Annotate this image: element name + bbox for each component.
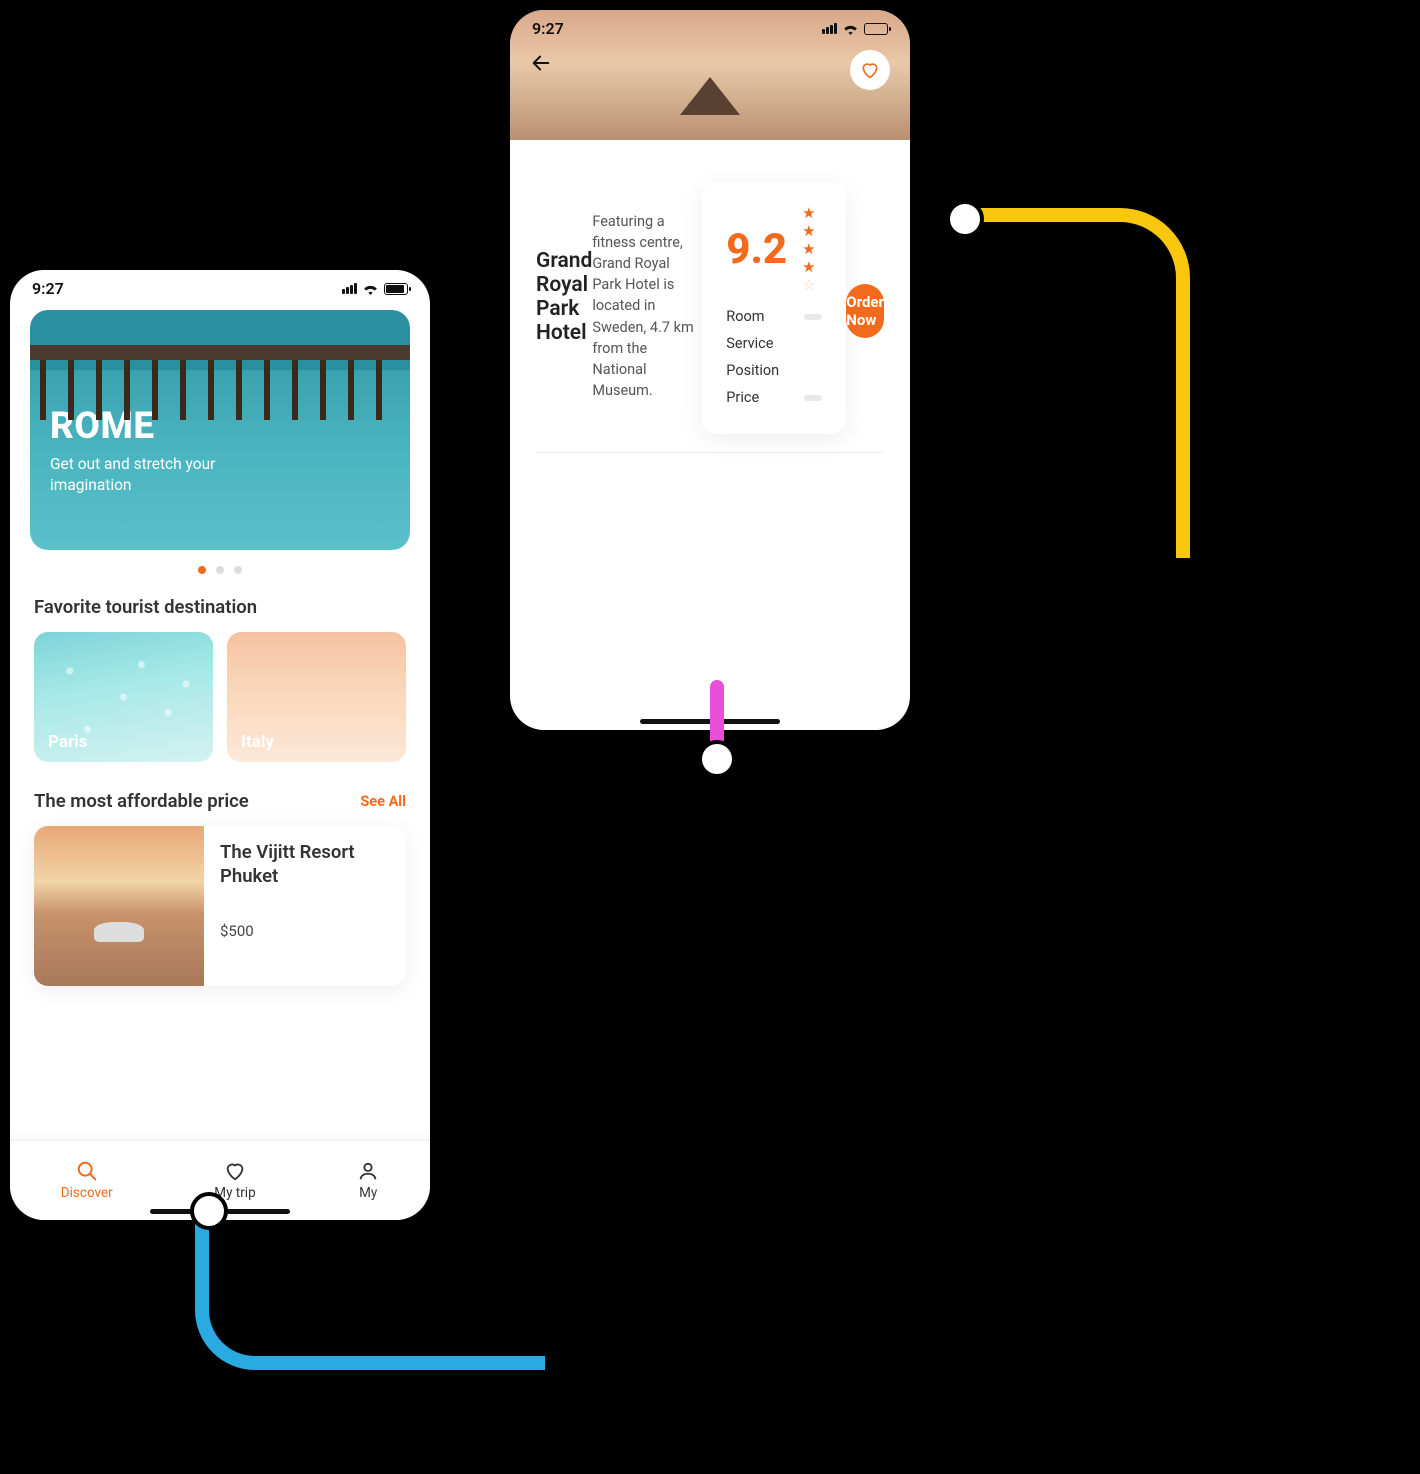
nav-label: My <box>359 1185 377 1201</box>
afford-card-image <box>34 826 204 986</box>
search-icon <box>76 1160 98 1182</box>
user-icon <box>357 1160 379 1182</box>
battery-icon <box>864 23 888 35</box>
rating-row-room: Room <box>726 308 822 325</box>
destination-label: Paris <box>48 732 87 752</box>
wifi-icon <box>362 282 379 295</box>
arrow-left-icon <box>530 52 552 74</box>
pager-dot-2[interactable] <box>216 566 224 574</box>
rating-card: 9.2 ★ ★ ★ ★ ☆ Room Service Position Pric… <box>702 182 846 434</box>
detail-hero-image: 9:27 <box>510 10 910 140</box>
nav-discover[interactable]: Discover <box>61 1160 113 1201</box>
connector-dot-blue <box>190 1192 228 1230</box>
wifi-icon <box>842 22 859 35</box>
status-time: 9:27 <box>32 279 64 298</box>
nav-my[interactable]: My <box>357 1160 379 1201</box>
rating-row-price: Price <box>726 389 822 406</box>
connector-dot-yellow <box>946 200 984 238</box>
nav-mytrip[interactable]: My trip <box>214 1160 255 1201</box>
heart-icon <box>860 60 880 80</box>
heart-icon <box>224 1160 246 1182</box>
rating-row-position: Position <box>726 362 822 379</box>
destination-label: Italy <box>241 732 274 752</box>
pager-dot-3[interactable] <box>234 566 242 574</box>
rating-row-service: Service <box>726 335 822 352</box>
nav-label: Discover <box>61 1185 113 1201</box>
afford-card-price: $500 <box>220 922 390 940</box>
afford-card-name: The Vijitt Resort Phuket <box>220 840 390 888</box>
hero-banner[interactable]: ROME Get out and stretch your imaginatio… <box>30 310 410 550</box>
signal-icon <box>822 23 837 34</box>
destination-row[interactable]: Paris Italy <box>10 632 430 762</box>
destination-card-italy[interactable]: Italy <box>227 632 406 762</box>
pager-dot-1[interactable] <box>198 566 206 574</box>
phone-detail: 9:27 Grand Royal Park Hotel Featuring a … <box>510 10 910 730</box>
back-button[interactable] <box>530 52 552 80</box>
rating-score: 9.2 <box>726 225 787 274</box>
hero-subtitle: Get out and stretch your imagination <box>50 454 270 496</box>
pager-dots[interactable] <box>10 566 430 574</box>
connector-yellow <box>950 208 1190 558</box>
status-bar: 9:27 <box>510 10 910 42</box>
status-time: 9:27 <box>532 19 564 38</box>
status-icons <box>822 22 888 35</box>
connector-blue <box>195 1200 545 1370</box>
hero-title: ROME <box>50 405 270 448</box>
battery-icon <box>384 283 408 295</box>
rating-label: Price <box>726 389 786 406</box>
detail-title-row: Grand Royal Park Hotel Featuring a fitne… <box>536 160 884 453</box>
favorite-button[interactable] <box>850 50 890 90</box>
order-now-button[interactable]: Order Now <box>846 284 884 338</box>
afford-header: The most affordable price See All <box>10 762 430 826</box>
see-all-link[interactable]: See All <box>360 793 406 810</box>
rating-stars: ★ ★ ★ ★ ☆ <box>802 204 822 294</box>
detail-description: Featuring a fitness centre, Grand Royal … <box>592 211 702 400</box>
status-bar: 9:27 <box>10 270 430 302</box>
signal-icon <box>342 283 357 294</box>
detail-title: Grand Royal Park Hotel <box>536 249 592 345</box>
destination-card-paris[interactable]: Paris <box>34 632 213 762</box>
connector-dot-pink <box>698 740 736 778</box>
rating-label: Position <box>726 362 786 379</box>
afford-card[interactable]: The Vijitt Resort Phuket $500 <box>34 826 406 986</box>
rating-label: Service <box>726 335 786 352</box>
rating-label: Room <box>726 308 786 325</box>
fav-section-title: Favorite tourist destination <box>10 596 430 632</box>
afford-section-title: The most affordable price <box>34 790 249 812</box>
phone-discover: 9:27 ROME Get out and stretch your imagi… <box>10 270 430 1220</box>
status-icons <box>342 282 408 295</box>
